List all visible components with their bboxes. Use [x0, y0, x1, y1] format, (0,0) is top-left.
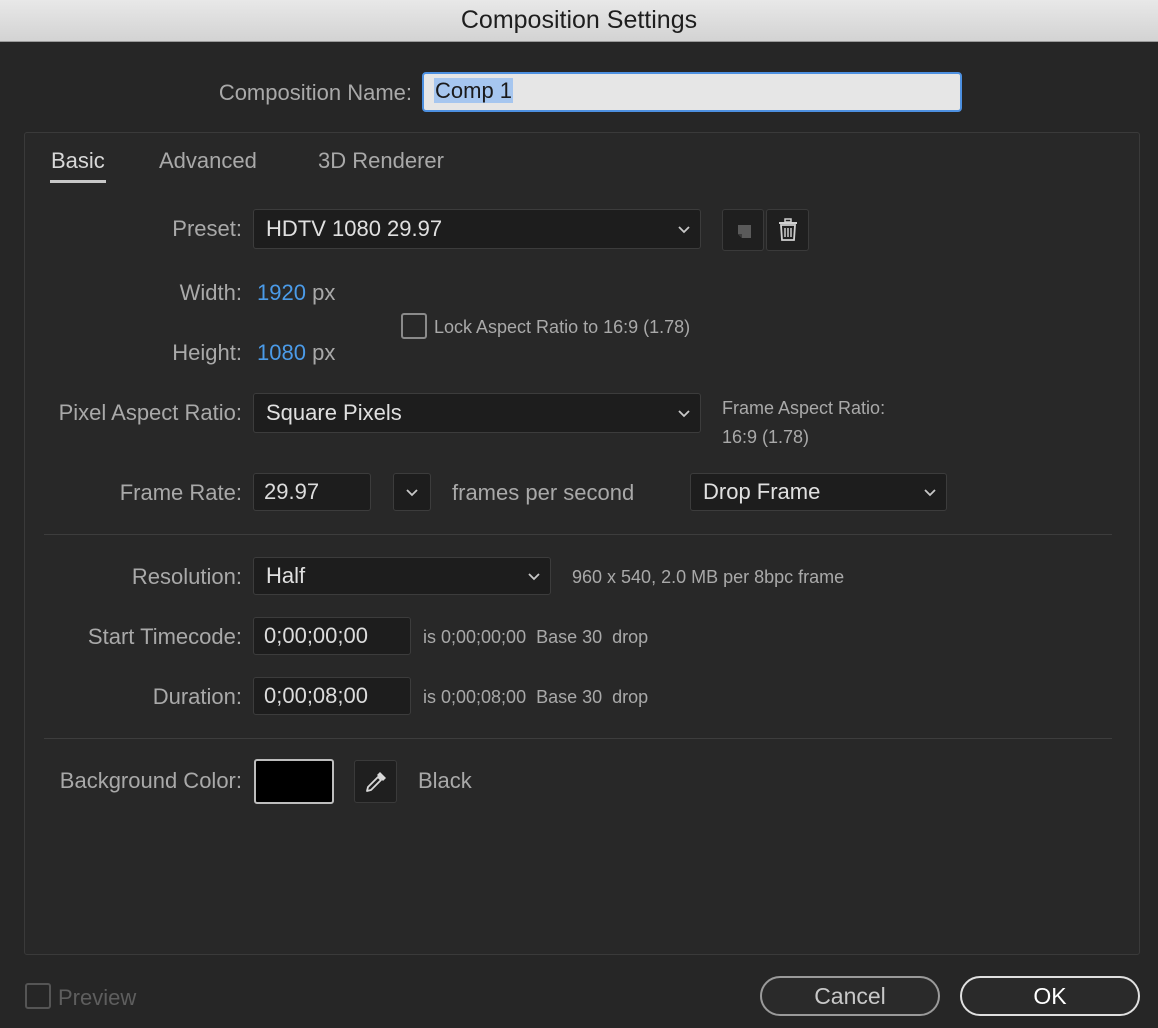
preset-label: Preset:: [172, 216, 242, 241]
width-field[interactable]: 1920 px: [257, 280, 335, 306]
chevron-down-icon: [678, 410, 690, 418]
pixel-aspect-ratio-value: Square Pixels: [266, 400, 402, 425]
start-timecode-label: Start Timecode:: [87, 624, 242, 649]
resolution-value: Half: [266, 563, 306, 588]
window-title: Composition Settings: [0, 0, 1158, 42]
composition-name-value: Comp 1: [434, 78, 514, 103]
tab-3d-renderer[interactable]: 3D Renderer: [318, 148, 444, 174]
height-field[interactable]: 1080 px: [257, 340, 335, 366]
height-label: Height:: [172, 340, 242, 365]
divider: [44, 738, 1112, 739]
drop-frame-value: Drop Frame: [703, 479, 821, 504]
duration-input[interactable]: 0;00;08;00: [253, 677, 411, 715]
resolution-info: 960 x 540, 2.0 MB per 8bpc frame: [572, 567, 845, 587]
trash-icon: [778, 218, 797, 241]
eyedropper-icon: [365, 771, 386, 792]
chevron-down-icon: [678, 226, 690, 234]
background-color-name: Black: [418, 768, 472, 793]
ok-button[interactable]: OK: [960, 976, 1140, 1016]
composition-name-label: Composition Name:: [218, 80, 412, 105]
pixel-aspect-ratio-label: Pixel Aspect Ratio:: [58, 400, 242, 425]
tab-basic-underline: [50, 180, 106, 183]
start-timecode-input[interactable]: 0;00;00;00: [253, 617, 411, 655]
eyedropper-button[interactable]: [354, 760, 397, 803]
frame-aspect-ratio-value: 16:9 (1.78): [722, 427, 810, 447]
frames-per-second-label: frames per second: [452, 480, 635, 505]
duration-info: is 0;00;08;00 Base 30 drop: [423, 687, 649, 707]
delete-preset-button[interactable]: [766, 209, 809, 251]
frame-rate-presets-dropdown[interactable]: [393, 473, 431, 511]
preview-checkbox[interactable]: [25, 983, 51, 1009]
resolution-label: Resolution:: [131, 564, 242, 589]
width-value: 1920: [257, 280, 306, 305]
settings-panel: [24, 132, 1140, 955]
height-value: 1080: [257, 340, 306, 365]
drop-frame-dropdown[interactable]: Drop Frame: [690, 473, 947, 511]
width-label: Width:: [179, 280, 242, 305]
composition-name-input[interactable]: Comp 1: [422, 72, 962, 112]
preview-label: Preview: [58, 985, 137, 1010]
preset-dropdown[interactable]: HDTV 1080 29.97: [253, 209, 701, 249]
tab-advanced[interactable]: Advanced: [159, 148, 257, 174]
save-preset-icon: [738, 225, 751, 238]
resolution-dropdown[interactable]: Half: [253, 557, 551, 595]
width-unit: px: [312, 280, 336, 305]
tab-basic[interactable]: Basic: [51, 148, 105, 174]
height-unit: px: [312, 340, 336, 365]
lock-aspect-checkbox[interactable]: [401, 313, 427, 339]
chevron-down-icon: [406, 489, 418, 497]
start-timecode-info: is 0;00;00;00 Base 30 drop: [423, 627, 649, 647]
frame-rate-label: Frame Rate:: [119, 480, 242, 505]
background-color-swatch[interactable]: [254, 759, 334, 804]
chevron-down-icon: [528, 573, 540, 581]
lock-aspect-label: Lock Aspect Ratio to 16:9 (1.78): [434, 317, 691, 337]
pixel-aspect-ratio-dropdown[interactable]: Square Pixels: [253, 393, 701, 433]
cancel-button[interactable]: Cancel: [760, 976, 940, 1016]
frame-aspect-ratio-label: Frame Aspect Ratio:: [722, 398, 886, 418]
background-color-label: Background Color:: [59, 768, 242, 793]
frame-rate-input[interactable]: 29.97: [253, 473, 371, 511]
duration-label: Duration:: [152, 684, 242, 709]
preset-value: HDTV 1080 29.97: [266, 216, 443, 241]
divider: [44, 534, 1112, 535]
chevron-down-icon: [924, 489, 936, 497]
save-preset-button[interactable]: [722, 209, 764, 251]
